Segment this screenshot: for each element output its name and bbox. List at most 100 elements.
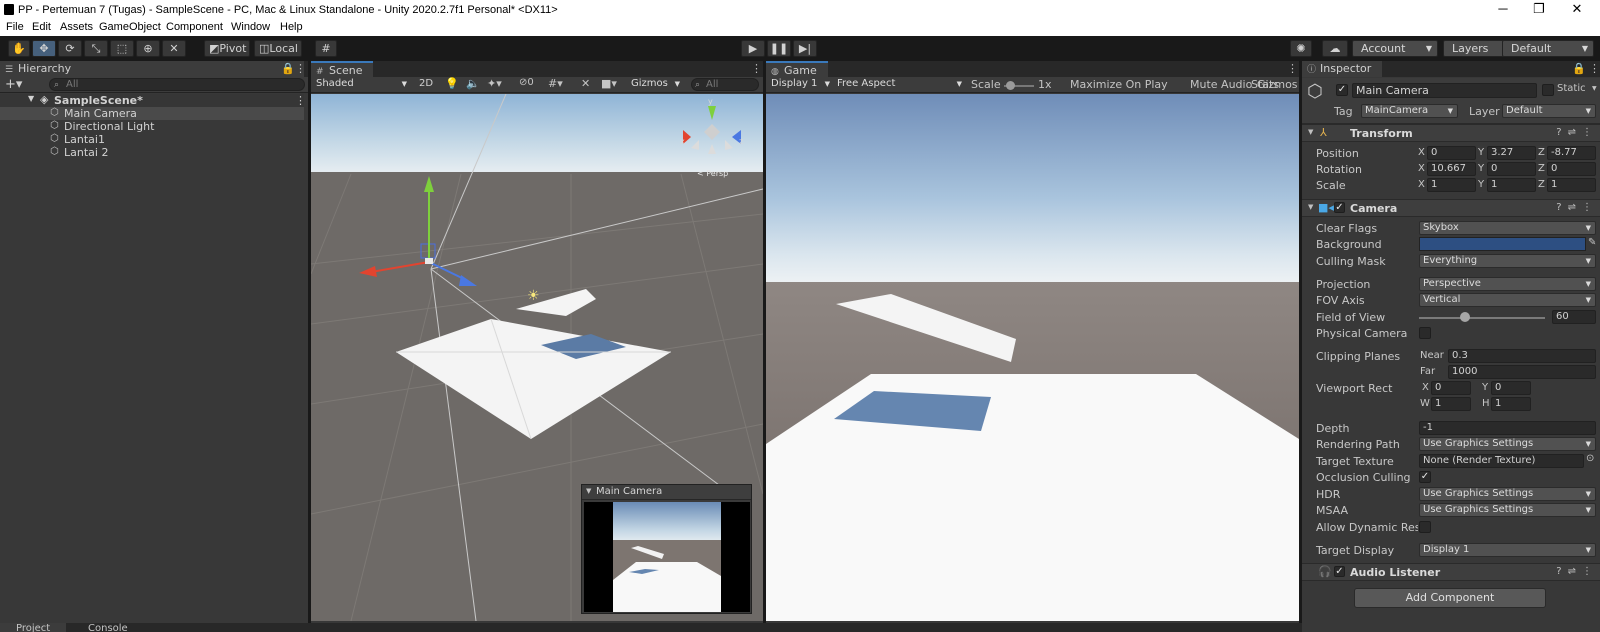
- preset-icon[interactable]: ⇌: [1568, 127, 1582, 138]
- background-color-swatch[interactable]: [1419, 237, 1586, 251]
- help-icon[interactable]: ?: [1556, 566, 1567, 577]
- rotate-tool-button[interactable]: ⟳: [58, 40, 82, 57]
- fold-arrow-icon[interactable]: ▼: [1308, 203, 1313, 211]
- rendering-path-dropdown[interactable]: Use Graphics Settings ▼: [1419, 437, 1596, 451]
- clear-flags-dropdown[interactable]: Skybox ▼: [1419, 221, 1596, 235]
- layout-dropdown[interactable]: Default ▼: [1502, 40, 1594, 57]
- viewport-w-field[interactable]: 1: [1431, 397, 1471, 411]
- lock-icon[interactable]: 🔒: [1572, 62, 1586, 75]
- rotation-z-field[interactable]: 0: [1547, 162, 1596, 176]
- fov-slider-handle[interactable]: [1460, 312, 1470, 322]
- hand-tool-button[interactable]: ✋: [8, 40, 30, 57]
- target-display-dropdown[interactable]: Display 1 ▼: [1419, 543, 1596, 557]
- tag-dropdown[interactable]: MainCamera ▼: [1361, 104, 1458, 118]
- fold-arrow-icon[interactable]: ▼: [586, 487, 591, 495]
- move-tool-button[interactable]: ✥: [32, 40, 56, 57]
- scene-menu-icon[interactable]: ⋮: [295, 94, 306, 107]
- camera-component-header[interactable]: ▼ ■◂ ✓ Camera ?⇌⋮: [1302, 199, 1600, 217]
- help-icon[interactable]: ?: [1556, 202, 1567, 213]
- menu-window[interactable]: Window: [231, 21, 270, 33]
- tab-hierarchy[interactable]: ☰ Hierarchy: [0, 61, 304, 77]
- account-dropdown[interactable]: Account ▼: [1352, 40, 1438, 57]
- aspect-dropdown[interactable]: Free Aspect ▼: [834, 78, 966, 92]
- maximize-on-play-toggle[interactable]: Maximize On Play: [1070, 78, 1168, 91]
- allow-dynamic-resolution-checkbox[interactable]: [1419, 521, 1431, 533]
- lock-icon[interactable]: 🔒: [281, 62, 295, 75]
- kebab-menu-icon[interactable]: ⋮: [1582, 127, 1598, 138]
- lighting-toggle-icon[interactable]: 💡: [445, 77, 459, 90]
- menu-edit[interactable]: Edit: [32, 21, 51, 33]
- menu-assets[interactable]: Assets: [60, 21, 93, 33]
- collab-button[interactable]: ✺: [1290, 40, 1312, 57]
- hierarchy-item-lantai2[interactable]: ⬡ Lantai 2: [0, 146, 304, 159]
- hierarchy-search-input[interactable]: ⌕ All: [49, 78, 305, 91]
- position-z-field[interactable]: -8.77: [1547, 146, 1596, 160]
- pivot-toggle-button[interactable]: ◩Pivot: [204, 40, 250, 57]
- viewport-x-field[interactable]: 0: [1431, 381, 1471, 395]
- hidden-objects-toggle[interactable]: ⊘0: [519, 77, 534, 88]
- tab-inspector[interactable]: ⓘ Inspector: [1302, 61, 1382, 77]
- tab-game[interactable]: ◍ Game: [766, 61, 828, 77]
- scale-x-field[interactable]: 1: [1427, 178, 1476, 192]
- maximize-button[interactable]: ❐: [1519, 0, 1559, 20]
- depth-field[interactable]: -1: [1419, 421, 1596, 435]
- camera-settings-icon[interactable]: ■▾: [601, 77, 617, 90]
- component-header-icons[interactable]: ?⇌⋮: [1556, 202, 1598, 213]
- scale-slider-handle[interactable]: [1006, 81, 1015, 90]
- preset-icon[interactable]: ⇌: [1568, 202, 1582, 213]
- game-gizmos-toggle[interactable]: Gizmos: [1257, 78, 1298, 91]
- viewport-h-field[interactable]: 1: [1491, 397, 1531, 411]
- effects-toggle-icon[interactable]: ✦▾: [487, 77, 502, 90]
- transform-component-header[interactable]: ▼ ⅄ Transform ?⇌⋮: [1302, 124, 1600, 142]
- fov-slider-track[interactable]: [1419, 317, 1545, 319]
- scale-z-field[interactable]: 1: [1547, 178, 1596, 192]
- add-component-button[interactable]: Add Component: [1354, 588, 1546, 608]
- audio-listener-component-header[interactable]: 🎧 ✓ Audio Listener ?⇌⋮: [1302, 563, 1600, 581]
- projection-dropdown[interactable]: Perspective ▼: [1419, 277, 1596, 291]
- active-checkbox[interactable]: ✓: [1336, 84, 1348, 96]
- create-add-button[interactable]: +▾: [5, 77, 22, 92]
- grid-snap-button[interactable]: #: [315, 40, 337, 57]
- audio-toggle-icon[interactable]: 🔈: [466, 77, 480, 90]
- gizmos-dropdown[interactable]: Gizmos ▼: [628, 78, 684, 92]
- position-y-field[interactable]: 3.27: [1487, 146, 1536, 160]
- menu-help[interactable]: Help: [280, 21, 303, 33]
- shading-mode-dropdown[interactable]: Shaded ▼: [313, 78, 411, 92]
- display-dropdown[interactable]: Display 1 ▼: [768, 78, 834, 92]
- far-field[interactable]: 1000: [1448, 365, 1596, 379]
- object-name-field[interactable]: Main Camera: [1352, 83, 1537, 98]
- scale-tool-button[interactable]: ⤡: [84, 40, 108, 57]
- hierarchy-item-lantai1[interactable]: ⬡ Lantai1: [0, 133, 304, 146]
- kebab-menu-icon[interactable]: ⋮: [1589, 62, 1600, 75]
- hierarchy-item-main-camera[interactable]: ⬡ Main Camera: [0, 107, 304, 120]
- static-checkbox[interactable]: [1542, 84, 1554, 96]
- tab-project[interactable]: Project: [0, 623, 66, 632]
- static-label[interactable]: Static: [1557, 83, 1586, 94]
- viewport-y-field[interactable]: 0: [1491, 381, 1531, 395]
- audio-listener-enabled-checkbox[interactable]: ✓: [1334, 566, 1345, 577]
- component-header-icons[interactable]: ?⇌⋮: [1556, 566, 1598, 577]
- fold-arrow-icon[interactable]: ▼: [1308, 128, 1313, 136]
- chevron-down-icon[interactable]: ▼: [1592, 85, 1597, 92]
- fov-axis-dropdown[interactable]: Vertical ▼: [1419, 293, 1596, 307]
- game-viewport[interactable]: [766, 94, 1299, 621]
- minimize-button[interactable]: ─: [1483, 0, 1523, 20]
- kebab-menu-icon[interactable]: ⋮: [295, 62, 306, 75]
- mute-audio-toggle[interactable]: Mute Audio: [1190, 78, 1252, 91]
- rotation-x-field[interactable]: 10.667: [1427, 162, 1476, 176]
- occlusion-culling-checkbox[interactable]: ✓: [1419, 471, 1431, 483]
- menu-file[interactable]: File: [6, 21, 24, 33]
- play-button[interactable]: ▶: [741, 40, 765, 57]
- menu-component[interactable]: Component: [166, 21, 223, 33]
- hdr-dropdown[interactable]: Use Graphics Settings ▼: [1419, 487, 1596, 501]
- menu-gameobject[interactable]: GameObject: [99, 21, 161, 33]
- target-texture-field[interactable]: None (Render Texture): [1419, 454, 1584, 468]
- component-header-icons[interactable]: ?⇌⋮: [1556, 127, 1598, 138]
- fold-arrow-icon[interactable]: ▼: [28, 94, 34, 103]
- tab-scene[interactable]: # Scene: [311, 61, 373, 77]
- object-picker-icon[interactable]: ⊙: [1586, 453, 1594, 464]
- tab-console[interactable]: Console: [72, 623, 138, 632]
- rect-tool-button[interactable]: ⬚: [110, 40, 134, 57]
- step-button[interactable]: ▶|: [793, 40, 817, 57]
- pause-button[interactable]: ❚❚: [767, 40, 791, 57]
